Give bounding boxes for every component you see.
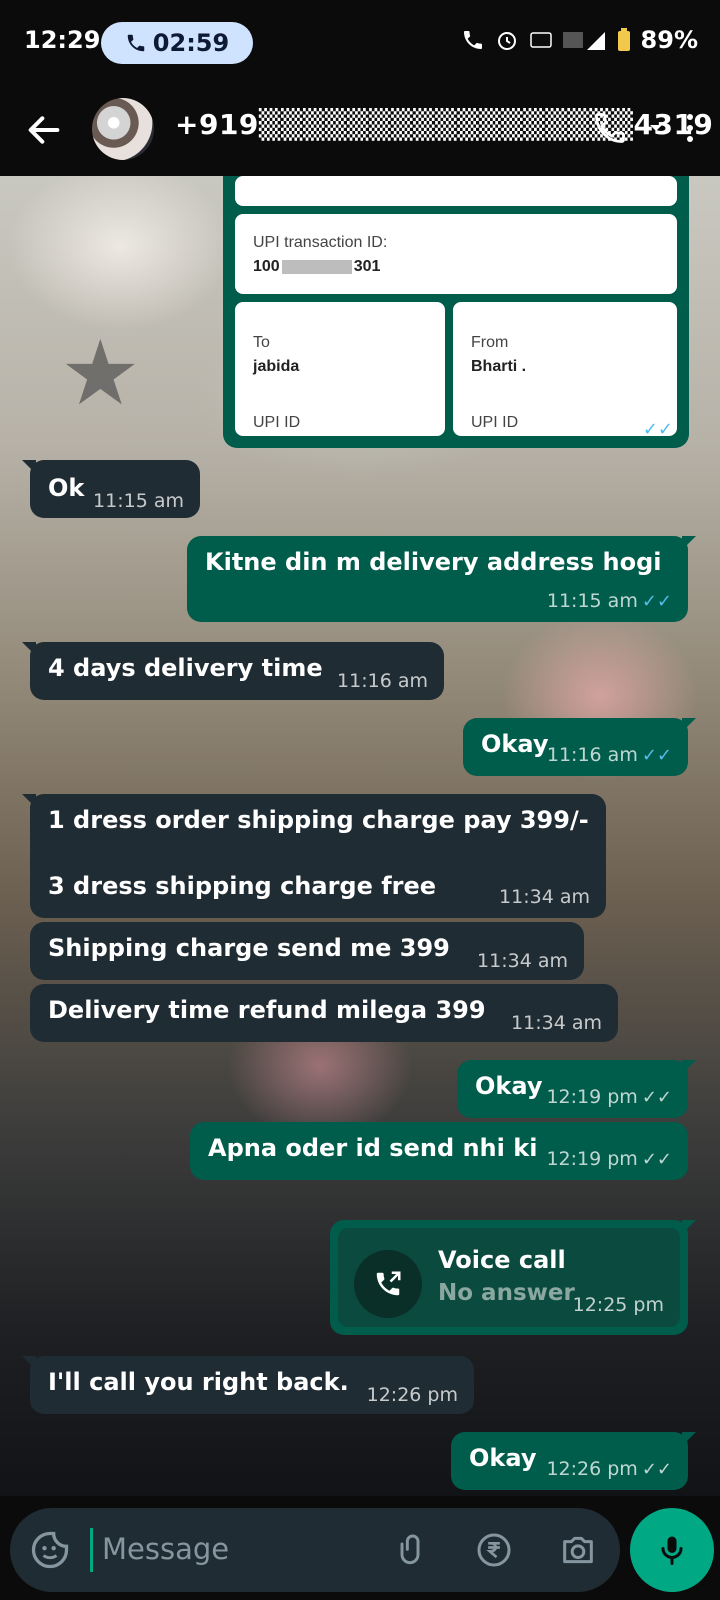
message-text: Okay: [475, 1072, 543, 1100]
receipt-from-value: Bharti .: [471, 358, 527, 375]
receipt-from-card: From Bharti . UPI ID: [453, 302, 677, 436]
outgoing-message[interactable]: Okay 12:19 pm ✓✓: [457, 1060, 696, 1118]
status-bar: 12:29 02:59 89%: [0, 0, 720, 88]
incoming-message[interactable]: I'll call you right back. 12:26 pm: [22, 1356, 474, 1414]
message-text: Apna oder id send nhi ki: [208, 1134, 538, 1162]
outgoing-message[interactable]: Kitne din m delivery address hogi 11:15 …: [187, 536, 696, 622]
message-text: Kitne din m delivery address hogi: [205, 548, 662, 576]
payment-receipt-message[interactable]: UPI transaction ID: 100 301 To jabida UPI…: [223, 176, 689, 448]
message-input-bar: Message: [10, 1508, 620, 1592]
read-ticks-icon: ✓✓: [641, 590, 672, 612]
message-text: Okay: [469, 1444, 537, 1472]
message-text-line2: 3 dress shipping charge free: [48, 872, 437, 900]
back-arrow-icon[interactable]: [24, 110, 64, 150]
outgoing-message[interactable]: Okay 12:26 pm ✓✓: [451, 1432, 696, 1490]
message-time: 11:15 am: [93, 490, 184, 512]
rupee-payment-icon[interactable]: [474, 1530, 514, 1570]
call-timer: 02:59: [152, 29, 230, 57]
outgoing-message[interactable]: Apna oder id send nhi ki 12:19 pm ✓✓: [190, 1122, 688, 1180]
voice-call-icon[interactable]: [592, 110, 628, 146]
message-time: 11:34 am: [499, 886, 590, 908]
message-time: 12:25 pm: [572, 1294, 664, 1316]
delivered-ticks-icon: ✓✓: [641, 1086, 672, 1108]
receipt-to-value: jabida: [253, 358, 300, 375]
receipt-from-upi-label: UPI ID: [471, 414, 519, 431]
receipt-to-label: To: [253, 334, 270, 351]
receipt-to-upi-label: UPI ID: [253, 414, 301, 431]
delivered-ticks-icon: ✓✓: [641, 1148, 672, 1170]
incoming-message[interactable]: Ok 11:15 am: [22, 460, 200, 518]
message-time: 11:16 am: [337, 670, 428, 692]
outgoing-message[interactable]: Okay 11:16 am ✓✓: [463, 718, 696, 776]
incoming-message[interactable]: Shipping charge send me 399 11:34 am: [30, 922, 584, 980]
message-text: 1 dress order shipping charge pay 399/-: [48, 806, 589, 834]
message-time: 11:15 am ✓✓: [547, 418, 673, 440]
ongoing-call-pill[interactable]: 02:59: [101, 22, 253, 64]
message-text: Ok: [48, 474, 85, 502]
signal-icon: [562, 32, 605, 50]
background-star: ★: [60, 321, 141, 426]
message-time: 11:34 am: [511, 1012, 602, 1034]
delivered-ticks-icon: ✓✓: [641, 1458, 672, 1480]
status-icons: 89%: [461, 26, 698, 54]
missed-voice-call-message[interactable]: Voice call No answer 12:25 pm: [330, 1220, 696, 1335]
battery-icon: [617, 28, 630, 51]
chevron-down-icon[interactable]: [646, 118, 666, 138]
message-text: Okay: [481, 730, 549, 758]
message-text: 4 days delivery time: [48, 654, 323, 682]
voice-call-title: Voice call: [438, 1246, 566, 1274]
message-time: 11:34 am: [477, 950, 568, 972]
wifi-call-icon: [463, 31, 482, 49]
battery-percent: 89%: [640, 26, 698, 54]
status-time: 12:29: [24, 26, 101, 54]
more-options-icon[interactable]: [684, 112, 696, 144]
sticker-icon[interactable]: [28, 1528, 72, 1572]
outgoing-call-icon: [354, 1250, 422, 1318]
voice-message-button[interactable]: [630, 1508, 714, 1592]
message-time: 11:15 am ✓✓: [546, 590, 672, 612]
camera-icon[interactable]: [558, 1530, 598, 1570]
message-text: Shipping charge send me 399: [48, 934, 450, 962]
header-actions: [592, 110, 696, 146]
message-text: Delivery time refund milega 399: [48, 996, 486, 1024]
chat-header: +919▒▒▒▒▒▒▒▒▒▒▒▒▒▒▒▒▒4319: [0, 88, 720, 176]
avatar[interactable]: [92, 98, 154, 160]
upi-transaction-id: 100 301: [253, 258, 381, 275]
incoming-message[interactable]: Delivery time refund milega 399 11:34 am: [30, 984, 618, 1042]
upi-transaction-label: UPI transaction ID:: [253, 234, 388, 251]
upi-transaction-card: UPI transaction ID: 100 301: [235, 214, 677, 294]
incoming-message[interactable]: 1 dress order shipping charge pay 399/- …: [22, 794, 606, 918]
phone-icon: [127, 34, 145, 52]
attachment-icon[interactable]: [390, 1530, 430, 1570]
message-time: 12:19 pm ✓✓: [546, 1148, 672, 1170]
message-time: 12:26 pm: [366, 1384, 458, 1406]
voice-call-status: No answer: [438, 1280, 575, 1306]
alarm-icon: [497, 32, 516, 50]
read-ticks-icon: ✓✓: [642, 418, 673, 440]
message-time: 11:16 am ✓✓: [546, 744, 672, 766]
message-time: 12:26 pm ✓✓: [546, 1458, 672, 1480]
message-time: 12:19 pm ✓✓: [546, 1086, 672, 1108]
receipt-card-top: [235, 176, 677, 206]
message-input[interactable]: Message: [102, 1532, 229, 1566]
text-cursor: [90, 1528, 93, 1572]
volte-icon: [529, 32, 552, 48]
message-text: I'll call you right back.: [48, 1368, 349, 1396]
microphone-icon: [661, 1536, 683, 1565]
voice-call-card: Voice call No answer 12:25 pm: [338, 1228, 680, 1327]
receipt-to-card: To jabida UPI ID: [235, 302, 445, 436]
incoming-message[interactable]: 4 days delivery time 11:16 am: [22, 642, 444, 700]
chat-area[interactable]: ★ UPI transaction ID: 100 301 To jabida U…: [0, 176, 720, 1496]
receipt-from-label: From: [471, 334, 509, 351]
read-ticks-icon: ✓✓: [641, 744, 672, 766]
